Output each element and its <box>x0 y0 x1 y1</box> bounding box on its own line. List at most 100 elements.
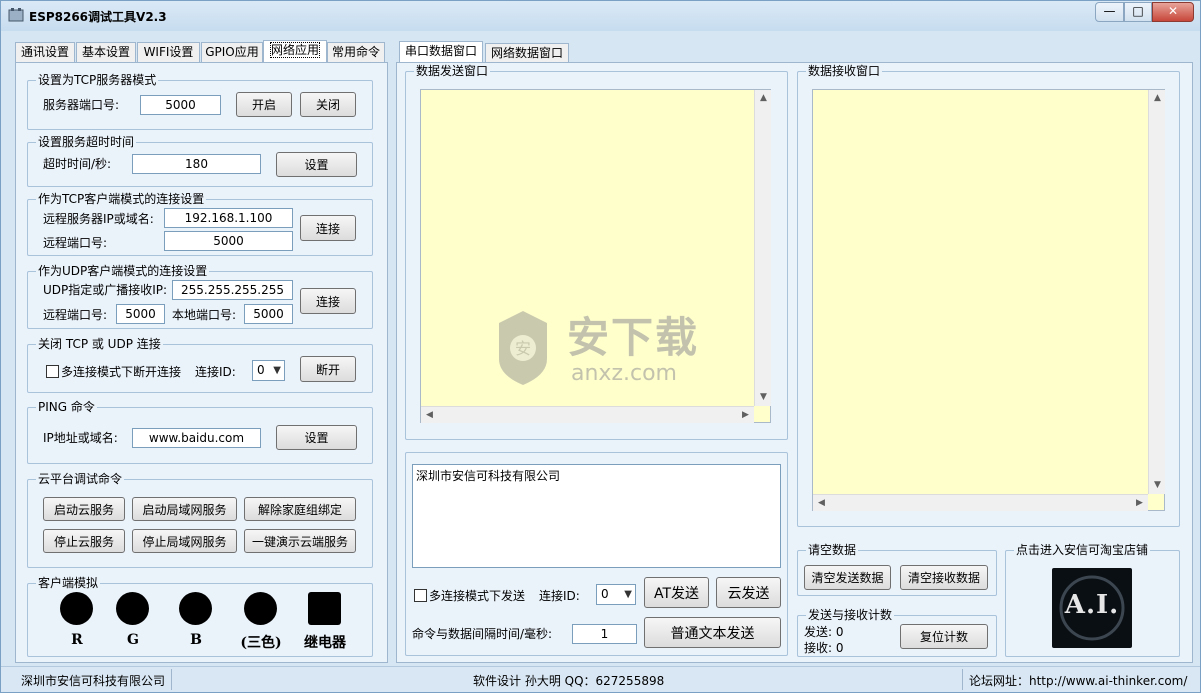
send-text-input[interactable]: 深圳市安信可科技有限公司 <box>412 464 781 568</box>
send-count: 发送: 0 <box>804 625 844 639</box>
tab-wifi-settings[interactable]: WIFI设置 <box>137 42 200 63</box>
relay-indicator[interactable] <box>308 592 341 625</box>
svg-text:安: 安 <box>515 339 531 358</box>
tab-network-data[interactable]: 网络数据窗口 <box>485 43 569 64</box>
scroll-down-icon[interactable]: ▼ <box>755 389 772 406</box>
group-title: 设置为TCP服务器模式 <box>36 73 159 87</box>
tab-basic-settings[interactable]: 基本设置 <box>76 42 136 63</box>
udp-local-port-input[interactable]: 5000 <box>244 304 293 324</box>
udp-remote-port-label: 远程端口号: <box>43 308 108 322</box>
watermark-en: anxz.com <box>571 361 677 386</box>
clear-recv-button[interactable]: 清空接收数据 <box>900 565 988 590</box>
multi-send-checkbox[interactable] <box>414 589 427 602</box>
status-company: 深圳市安信可科技有限公司 <box>21 674 166 688</box>
status-separator <box>171 669 172 690</box>
unbind-family-button[interactable]: 解除家庭组绑定 <box>244 497 356 521</box>
scroll-down-icon[interactable]: ▼ <box>1149 477 1166 494</box>
minimize-button[interactable]: — <box>1095 2 1124 22</box>
scroll-right-icon[interactable]: ▶ <box>1131 495 1148 512</box>
timeout-input[interactable]: 180 <box>132 154 261 174</box>
recv-count: 接收: 0 <box>804 641 844 655</box>
scroll-left-icon[interactable]: ◀ <box>421 407 438 424</box>
send-id-label: 连接ID: <box>539 589 580 603</box>
scroll-up-icon[interactable]: ▲ <box>755 90 772 107</box>
tab-common-commands[interactable]: 常用命令 <box>327 42 385 63</box>
tab-comm-settings[interactable]: 通讯设置 <box>15 42 75 63</box>
open-server-button[interactable]: 开启 <box>236 92 292 117</box>
disconnect-id-select[interactable]: 0 ▼ <box>252 360 285 381</box>
timeout-set-button[interactable]: 设置 <box>276 152 357 177</box>
stop-cloud-button[interactable]: 停止云服务 <box>43 529 125 553</box>
group-title: 数据接收窗口 <box>806 64 883 78</box>
close-window-button[interactable]: ✕ <box>1152 2 1194 22</box>
group-title: 客户端模拟 <box>36 576 101 590</box>
start-lan-button[interactable]: 启动局域网服务 <box>132 497 237 521</box>
tab-serial-data[interactable]: 串口数据窗口 <box>399 41 483 64</box>
scroll-up-icon[interactable]: ▲ <box>1149 90 1166 107</box>
group-title: 作为UDP客户端模式的连接设置 <box>36 264 210 278</box>
group-title: 请空数据 <box>806 543 859 557</box>
status-bar: 深圳市安信可科技有限公司 软件设计 孙大明 QQ：627255898 论坛网址：… <box>1 666 1200 692</box>
remote-ip-input[interactable]: 192.168.1.100 <box>164 208 293 228</box>
stop-lan-button[interactable]: 停止局域网服务 <box>132 529 237 553</box>
recv-hscrollbar[interactable]: ◀ ▶ <box>813 494 1148 511</box>
scroll-right-icon[interactable]: ▶ <box>737 407 754 424</box>
led-g-indicator[interactable] <box>116 592 149 625</box>
shop-logo-button[interactable]: A.I. <box>1052 568 1132 648</box>
cloud-send-button[interactable]: 云发送 <box>716 577 781 608</box>
ping-set-button[interactable]: 设置 <box>276 425 357 450</box>
led-g-label: G <box>127 632 139 648</box>
relay-label: 继电器 <box>304 635 346 651</box>
led-r-label: R <box>71 632 83 648</box>
maximize-button[interactable]: □ <box>1124 2 1152 22</box>
udp-local-port-label: 本地端口号: <box>172 308 237 322</box>
tab-gpio[interactable]: GPIO应用 <box>201 42 263 63</box>
recv-data-area[interactable]: ▲ ▼ ◀ ▶ <box>812 89 1165 511</box>
multi-disconnect-checkbox[interactable] <box>46 365 59 378</box>
group-title: 关闭 TCP 或 UDP 连接 <box>36 337 163 351</box>
disconnect-button[interactable]: 断开 <box>300 356 356 382</box>
server-port-label: 服务器端口号: <box>43 98 120 112</box>
group-title: 作为TCP客户端模式的连接设置 <box>36 192 207 206</box>
disconnect-id-label: 连接ID: <box>195 365 236 379</box>
group-title: PING 命令 <box>36 400 97 414</box>
reset-count-button[interactable]: 复位计数 <box>900 624 988 649</box>
tab-network-app[interactable]: 网络应用 <box>263 40 327 63</box>
send-vscrollbar[interactable]: ▲ ▼ <box>754 90 771 406</box>
clear-send-button[interactable]: 清空发送数据 <box>804 565 891 590</box>
group-title: 设置服务超时时间 <box>36 135 137 149</box>
recv-vscrollbar[interactable]: ▲ ▼ <box>1148 90 1165 494</box>
remote-port-input[interactable]: 5000 <box>164 231 293 251</box>
scroll-left-icon[interactable]: ◀ <box>813 495 830 512</box>
app-icon <box>8 8 24 22</box>
send-hscrollbar[interactable]: ◀ ▶ <box>421 406 754 423</box>
title-bar: ESP8266调试工具V2.3 — □ ✕ <box>1 1 1200 31</box>
server-port-input[interactable]: 5000 <box>140 95 221 115</box>
interval-label: 命令与数据间隔时间/毫秒: <box>412 627 553 641</box>
demo-cloud-button[interactable]: 一键演示云端服务 <box>244 529 356 553</box>
group-title: 云平台调试命令 <box>36 472 125 486</box>
close-server-button[interactable]: 关闭 <box>300 92 356 117</box>
udp-ip-label: UDP指定或广播接收IP: <box>43 283 168 297</box>
start-cloud-button[interactable]: 启动云服务 <box>43 497 125 521</box>
window-title: ESP8266调试工具V2.3 <box>29 10 167 24</box>
group-title: 发送与接收计数 <box>806 608 895 622</box>
text-send-button[interactable]: 普通文本发送 <box>644 617 781 648</box>
udp-remote-port-input[interactable]: 5000 <box>116 304 165 324</box>
udp-ip-input[interactable]: 255.255.255.255 <box>172 280 293 300</box>
tcp-connect-button[interactable]: 连接 <box>300 215 356 241</box>
led-rgb-label: (三色) <box>240 635 282 651</box>
ping-host-input[interactable]: www.baidu.com <box>132 428 261 448</box>
remote-port-label: 远程端口号: <box>43 236 108 250</box>
chevron-down-icon: ▼ <box>624 589 632 600</box>
remote-ip-label: 远程服务器IP或域名: <box>43 212 154 226</box>
interval-input[interactable]: 1 <box>572 624 637 644</box>
udp-connect-button[interactable]: 连接 <box>300 288 356 314</box>
send-id-select[interactable]: 0 ▼ <box>596 584 636 605</box>
led-r-indicator[interactable] <box>60 592 93 625</box>
watermark-cn: 安下载 <box>567 313 700 362</box>
led-b-indicator[interactable] <box>179 592 212 625</box>
led-rgb-indicator[interactable] <box>244 592 277 625</box>
status-separator <box>962 669 963 690</box>
at-send-button[interactable]: AT发送 <box>644 577 709 608</box>
